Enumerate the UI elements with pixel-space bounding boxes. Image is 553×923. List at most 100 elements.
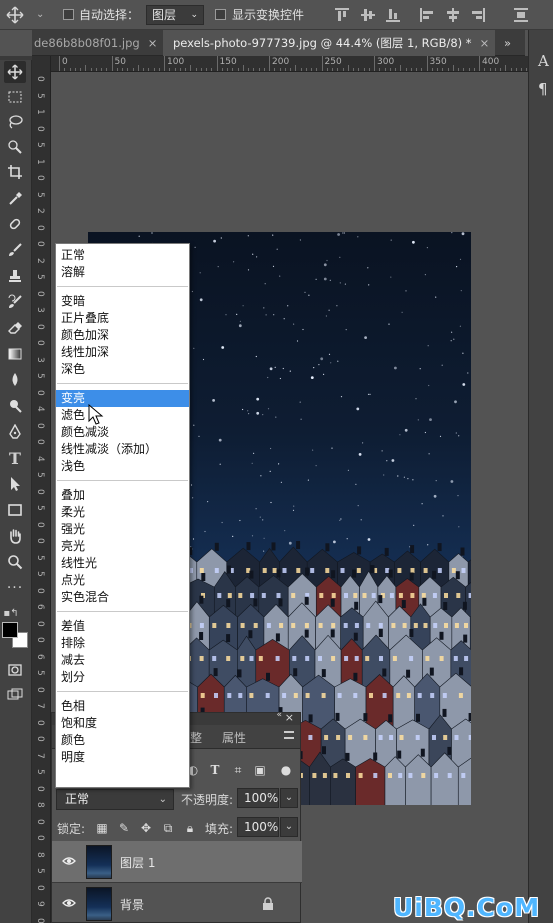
layer-name[interactable]: 图层 1	[120, 854, 155, 871]
blend-mode-option[interactable]: 饱和度	[56, 715, 189, 732]
chevron-down-icon[interactable]: ⌄	[280, 817, 298, 837]
blend-mode-option[interactable]: 颜色	[56, 732, 189, 749]
lock-all-icon[interactable]: 🔒︎	[182, 820, 198, 836]
blend-mode-option[interactable]: 叠加	[56, 487, 189, 504]
chevron-down-icon[interactable]: ⌄	[36, 0, 44, 30]
eraser-icon[interactable]	[4, 317, 26, 339]
rectangle-icon[interactable]	[4, 499, 26, 521]
filter-type-icon[interactable]: T	[207, 762, 223, 778]
eye-icon[interactable]	[62, 896, 76, 910]
healing-icon[interactable]	[4, 213, 26, 235]
pen-icon[interactable]	[4, 421, 26, 443]
chevron-down-icon[interactable]: ⌄	[280, 788, 298, 808]
blend-mode-option[interactable]: 差值	[56, 618, 189, 635]
blend-mode-option[interactable]: 正常	[56, 247, 189, 264]
layer-row-background[interactable]: 背景	[52, 883, 302, 923]
marquee-icon[interactable]	[4, 86, 26, 108]
filter-smart-icon[interactable]: ▣	[252, 762, 268, 778]
tab-overflow-icon[interactable]: »	[504, 30, 511, 56]
lock-transparency-icon[interactable]: ▦	[94, 820, 110, 836]
brush-icon[interactable]	[4, 239, 26, 261]
panel-menu-icon[interactable]	[284, 731, 294, 739]
clone-stamp-icon[interactable]	[4, 265, 26, 287]
blend-mode-option[interactable]: 强光	[56, 521, 189, 538]
close-icon[interactable]: ×	[285, 711, 294, 724]
paragraph-panel-icon[interactable]: ¶	[538, 80, 548, 98]
blend-mode-option[interactable]: 排除	[56, 635, 189, 652]
horizontal-ruler[interactable]: 050100150200250300350400450	[51, 56, 528, 72]
align-bottom-icon[interactable]	[386, 8, 400, 22]
tab-document-2[interactable]: pexels-photo-977739.jpg @ 44.4% (图层 1, R…	[163, 30, 496, 56]
default-colors-icon[interactable]: ▪↰	[0, 602, 22, 624]
move-tool-preset-icon[interactable]	[6, 0, 24, 30]
blend-mode-option[interactable]: 变暗	[56, 293, 189, 310]
lasso-icon[interactable]	[4, 111, 26, 133]
crop-icon[interactable]	[4, 161, 26, 183]
collapse-icon[interactable]: «	[276, 710, 282, 720]
align-top-icon[interactable]	[335, 8, 349, 22]
show-transform-checkbox[interactable]	[215, 9, 226, 20]
close-icon[interactable]: ×	[480, 36, 490, 50]
zoom-icon[interactable]	[4, 551, 26, 573]
blend-mode-option[interactable]: 颜色减淡	[56, 424, 189, 441]
blend-mode-option[interactable]: 点光	[56, 572, 189, 589]
screen-mode-icon[interactable]	[4, 684, 26, 706]
distribute-icon[interactable]	[514, 8, 528, 22]
character-panel-icon[interactable]: A	[538, 52, 549, 70]
lock-artboard-icon[interactable]: ⧉	[160, 820, 176, 836]
dodge-icon[interactable]	[4, 395, 26, 417]
eye-icon[interactable]	[62, 854, 76, 868]
layer-row-layer1[interactable]: 图层 1	[52, 841, 302, 883]
tab-adjustments[interactable]: 整	[190, 729, 202, 746]
toolbar-grip[interactable]	[0, 56, 32, 60]
align-hcenter-icon[interactable]	[446, 8, 460, 22]
ruler-label: 0	[35, 835, 45, 841]
blend-mode-option[interactable]: 浅色	[56, 458, 189, 475]
blur-icon[interactable]	[4, 369, 26, 391]
blend-mode-option[interactable]: 溶解	[56, 264, 189, 281]
tab-properties[interactable]: 属性	[222, 729, 246, 746]
blend-mode-select[interactable]: 正常 ⌄	[56, 789, 174, 810]
close-icon[interactable]: ×	[148, 36, 158, 50]
auto-select-target-dropdown[interactable]: 图层 ⌄	[146, 5, 204, 25]
type-icon[interactable]: T	[4, 447, 26, 469]
move-icon[interactable]	[4, 61, 26, 83]
lock-pixels-icon[interactable]: ✎	[116, 820, 132, 836]
align-vcenter-icon[interactable]	[361, 8, 375, 22]
fill-input[interactable]: 100%	[237, 817, 279, 837]
blend-mode-option[interactable]: 线性光	[56, 555, 189, 572]
foreground-color-swatch[interactable]	[2, 622, 18, 638]
auto-select-checkbox[interactable]	[63, 9, 74, 20]
path-select-icon[interactable]	[4, 473, 26, 495]
more-icon[interactable]: ···	[4, 577, 26, 599]
align-left-icon[interactable]	[420, 8, 434, 22]
blend-mode-option[interactable]: 柔光	[56, 504, 189, 521]
blend-mode-option[interactable]: 减去	[56, 652, 189, 669]
quick-select-icon[interactable]	[4, 136, 26, 158]
opacity-input[interactable]: 100%	[237, 788, 279, 808]
blend-mode-option[interactable]: 线性减淡（添加）	[56, 441, 189, 458]
gradient-icon[interactable]	[4, 343, 26, 365]
quick-mask-icon[interactable]	[4, 659, 26, 681]
lock-position-icon[interactable]: ✥	[138, 820, 154, 836]
blend-mode-option[interactable]: 颜色加深	[56, 327, 189, 344]
eyedropper-icon[interactable]	[4, 188, 26, 210]
blend-mode-option[interactable]: 正片叠底	[56, 310, 189, 327]
blend-mode-option[interactable]: 明度	[56, 749, 189, 766]
align-right-icon[interactable]	[471, 8, 485, 22]
blend-mode-option[interactable]: 变亮	[56, 390, 189, 407]
blend-mode-option[interactable]: 实色混合	[56, 589, 189, 606]
filter-toggle-icon[interactable]: ●	[278, 762, 294, 778]
history-brush-icon[interactable]	[4, 291, 26, 313]
layer-name[interactable]: 背景	[120, 896, 144, 913]
vertical-ruler[interactable]: 0510510520025030035040045050055060065070…	[32, 56, 51, 923]
tab-document-1[interactable]: de86b8b08f01.jpg ×	[34, 30, 157, 56]
blend-mode-option[interactable]: 线性加深	[56, 344, 189, 361]
blend-mode-option[interactable]: 深色	[56, 361, 189, 378]
filter-shape-icon[interactable]: ⌗	[230, 762, 246, 778]
blend-mode-option[interactable]: 色相	[56, 698, 189, 715]
blend-mode-option[interactable]: 滤色	[56, 407, 189, 424]
blend-mode-option[interactable]: 划分	[56, 669, 189, 686]
hand-icon[interactable]	[4, 525, 26, 547]
blend-mode-option[interactable]: 亮光	[56, 538, 189, 555]
